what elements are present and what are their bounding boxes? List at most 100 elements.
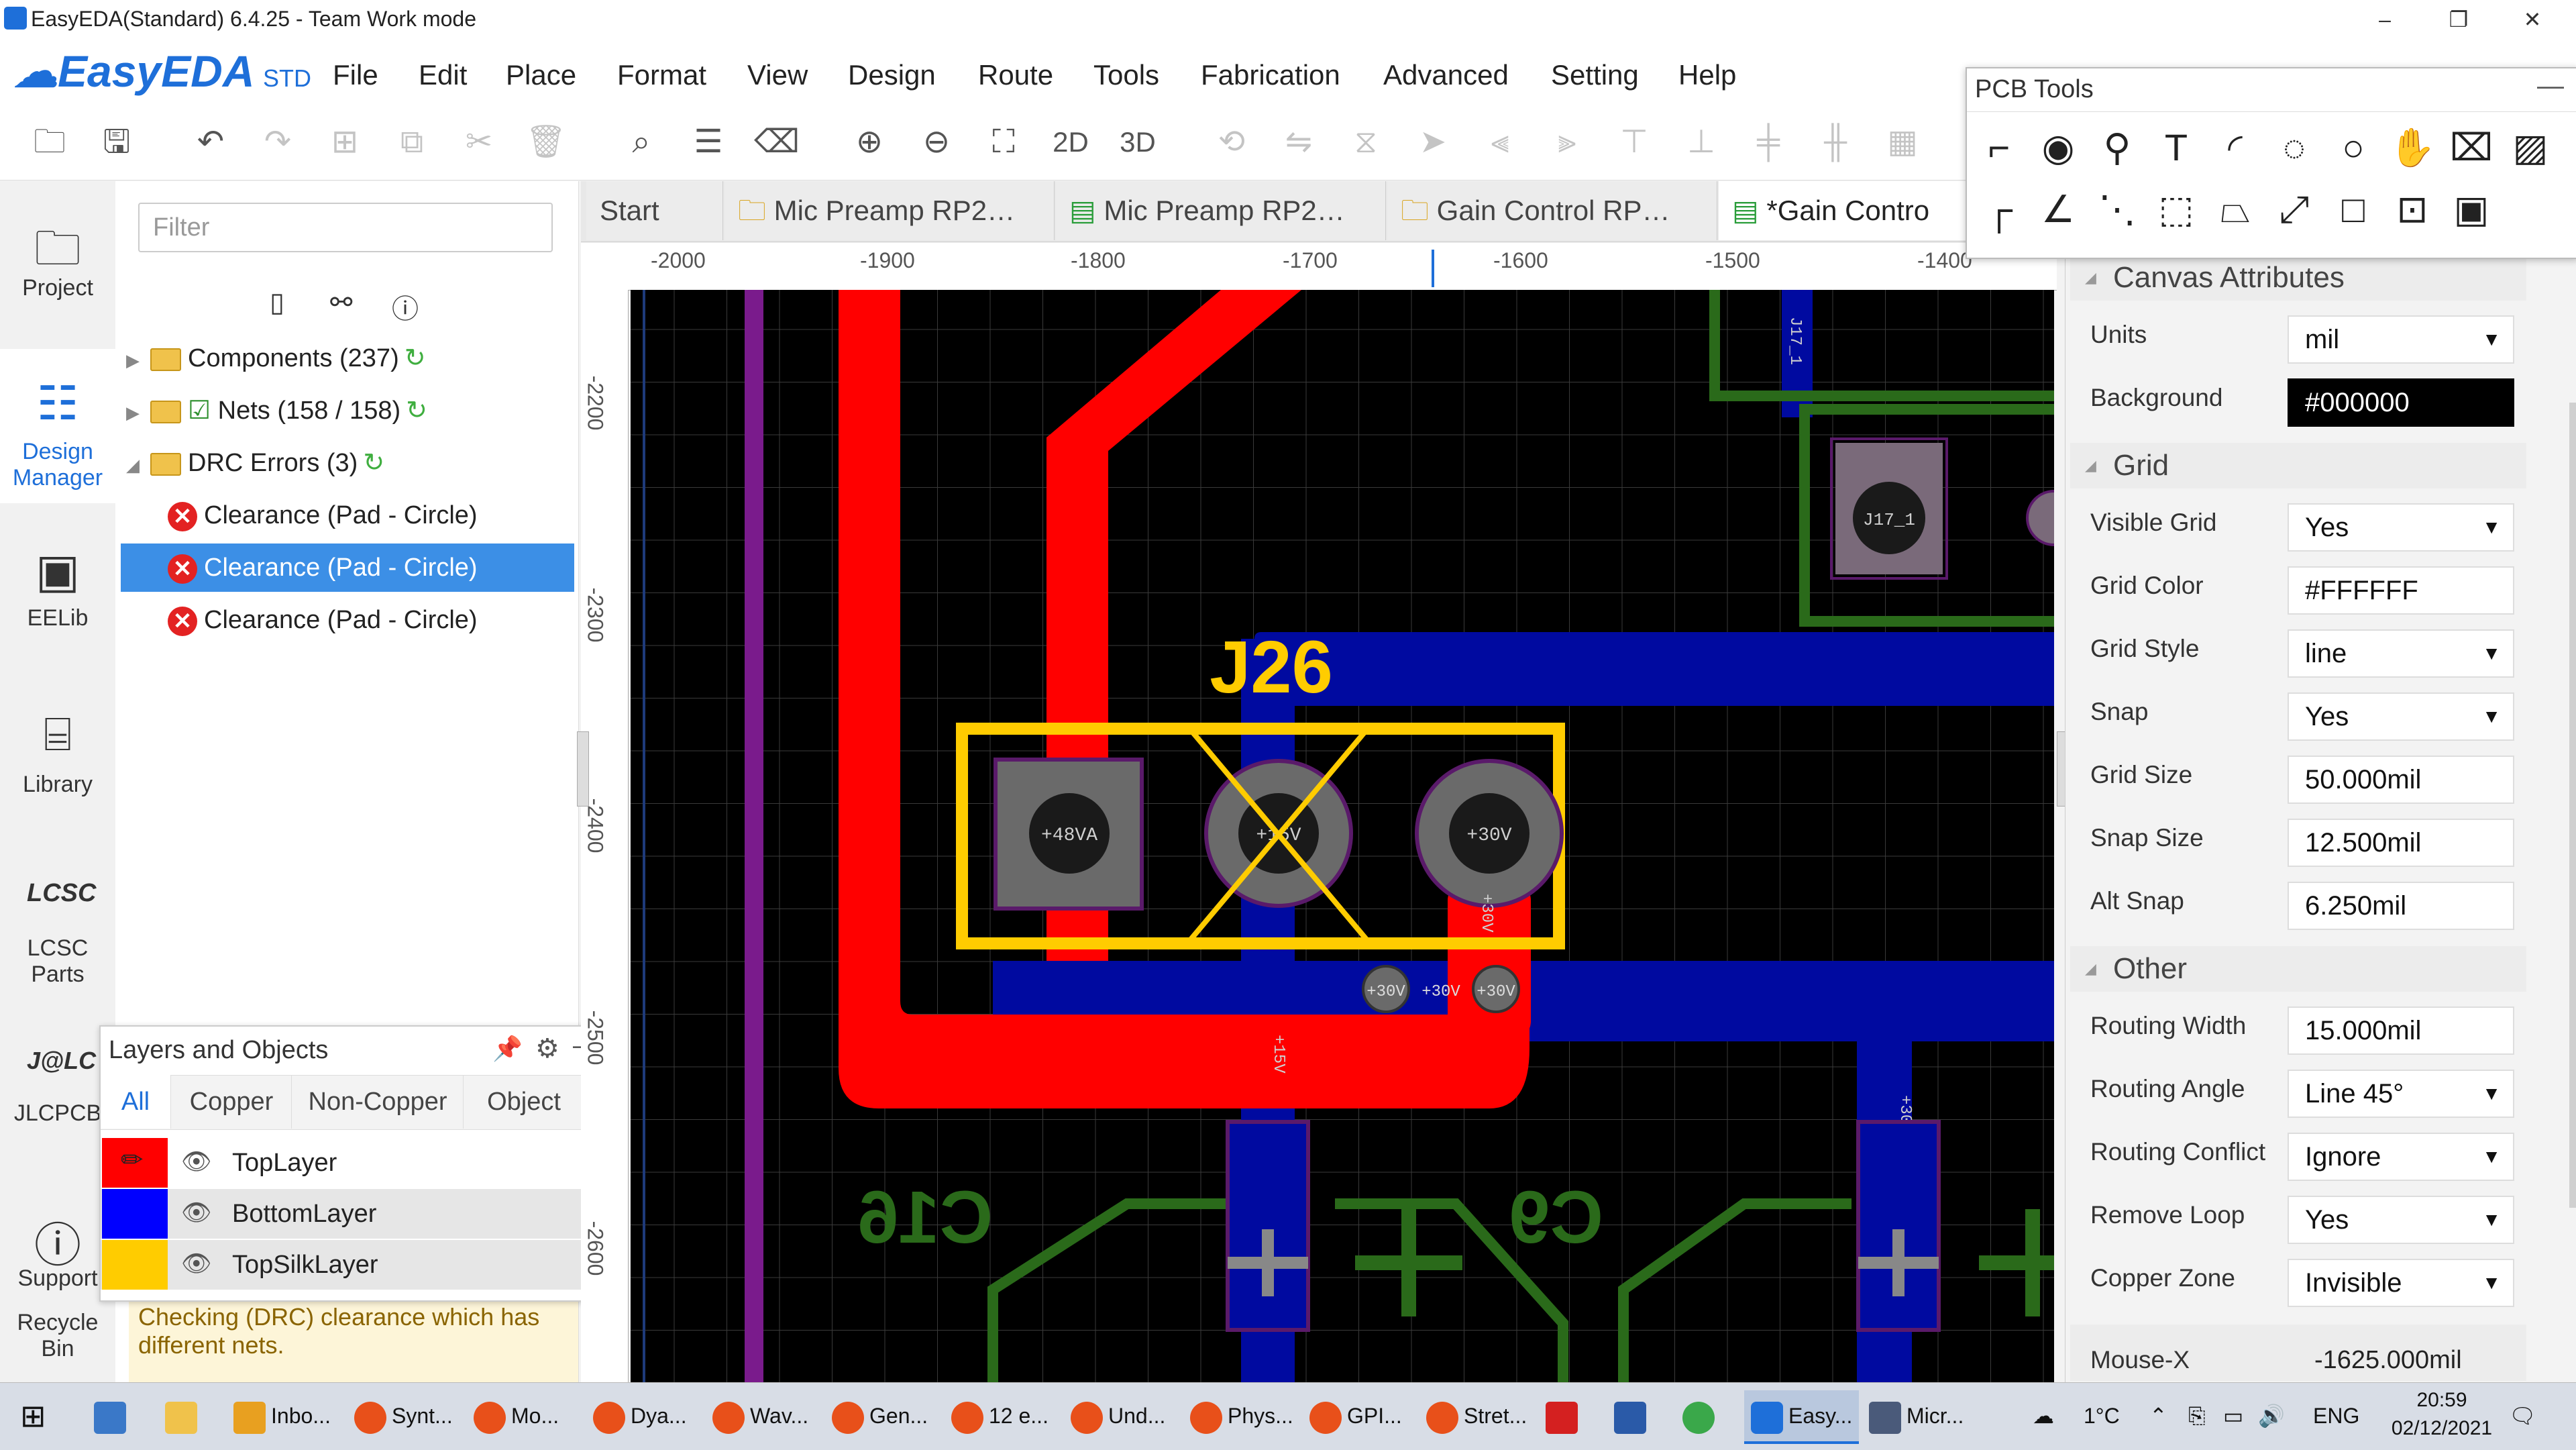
angle-icon[interactable]: ∠: [2031, 183, 2085, 236]
align-center-icon[interactable]: ╪: [1747, 121, 1790, 164]
menu-tools[interactable]: Tools: [1093, 59, 1159, 91]
eye-icon[interactable]: 👁: [181, 1198, 212, 1227]
align-left-icon[interactable]: ⫷: [1479, 121, 1521, 164]
align-middle-icon[interactable]: ╫: [1814, 121, 1857, 164]
remove-loop-select[interactable]: Yes: [2288, 1196, 2514, 1244]
fit-icon[interactable]: ⛶: [982, 121, 1025, 164]
network-icon[interactable]: ⎘: [2188, 1390, 2206, 1441]
via-icon[interactable]: ⚲: [2090, 121, 2144, 174]
collapse-icon[interactable]: ◢: [126, 455, 140, 475]
copper-zone-select[interactable]: Invisible: [2288, 1259, 2514, 1307]
routing-conflict-select[interactable]: Ignore: [2288, 1133, 2514, 1181]
layer-color-swatch[interactable]: [102, 1189, 168, 1239]
nav-design-manager[interactable]: Design Manager: [0, 439, 115, 491]
find-list-icon[interactable]: ☰: [687, 121, 730, 164]
taskbar-app[interactable]: Wav...: [712, 1390, 808, 1441]
layers-tab-object[interactable]: Object: [463, 1075, 584, 1129]
view-3d-button[interactable]: 3D: [1116, 121, 1159, 164]
taskbar-app[interactable]: Micr...: [1869, 1390, 1964, 1441]
menu-route[interactable]: Route: [978, 59, 1053, 91]
menu-advanced[interactable]: Advanced: [1383, 59, 1509, 91]
section-other[interactable]: Other: [2070, 946, 2526, 992]
tab-mic-preamp-2[interactable]: ▤ Mic Preamp RP2…: [1056, 181, 1386, 240]
smd-pad[interactable]: [1226, 1120, 1310, 1332]
undo-icon[interactable]: ↶: [189, 121, 232, 164]
tab-gain-control-active[interactable]: ▤ *Gain Contro: [1719, 181, 1967, 240]
crop-icon[interactable]: ⌧: [2445, 121, 2498, 174]
pad-icon[interactable]: ◉: [2031, 121, 2085, 174]
taskbar-app[interactable]: Dya...: [593, 1390, 687, 1441]
menu-view[interactable]: View: [747, 59, 808, 91]
arc-icon[interactable]: ◜: [2208, 121, 2262, 174]
alt-snap-input[interactable]: 6.250mil: [2288, 882, 2514, 930]
temperature[interactable]: 1°C: [2084, 1390, 2120, 1441]
hand-icon[interactable]: ✋: [2385, 121, 2439, 174]
save-icon[interactable]: 🖫: [95, 121, 138, 164]
refresh-icon[interactable]: ↻: [405, 344, 426, 372]
eye-icon[interactable]: 👁: [181, 1249, 212, 1278]
taskbar-word-icon[interactable]: [1614, 1390, 1652, 1441]
clock-date[interactable]: 02/12/2021: [2381, 1417, 2502, 1440]
grid-icon[interactable]: ▦: [1881, 121, 1924, 164]
maximize-button[interactable]: ❐: [2428, 3, 2489, 36]
circle-icon[interactable]: ○: [2326, 121, 2380, 174]
notification-icon[interactable]: 🗨: [2509, 1390, 2536, 1441]
nav-recycle-bin[interactable]: Recycle Bin: [0, 1310, 115, 1362]
layer-row-top[interactable]: ✏ 👁 TopLayer: [101, 1138, 597, 1188]
tree-drc-errors[interactable]: ◢ DRC Errors (3) ↻: [121, 439, 574, 487]
dimension-icon[interactable]: ⤢: [2267, 183, 2321, 236]
component-icon[interactable]: ▯: [270, 287, 284, 318]
eye-icon[interactable]: 👁: [181, 1147, 212, 1176]
zoom-in-icon[interactable]: ⊕: [848, 121, 891, 164]
taskbar-app[interactable]: GPI...: [1309, 1390, 1402, 1441]
background-input[interactable]: #000000: [2288, 378, 2514, 427]
alert-icon[interactable]: ⓘ: [392, 287, 419, 326]
text-icon[interactable]: T: [2149, 121, 2203, 174]
units-select[interactable]: mil: [2288, 315, 2514, 364]
nav-lcsc-parts[interactable]: LCSC Parts: [0, 935, 115, 988]
section-canvas-attributes[interactable]: Canvas Attributes: [2070, 255, 2526, 301]
volume-icon[interactable]: 🔊: [2258, 1390, 2285, 1441]
visible-grid-select[interactable]: Yes: [2288, 503, 2514, 552]
view-2d-button[interactable]: 2D: [1049, 121, 1092, 164]
drc-error-item[interactable]: ✕ Clearance (Pad - Circle): [121, 596, 574, 644]
minimize-tools-button[interactable]: —: [2537, 71, 2564, 101]
display-icon[interactable]: ▭: [2223, 1390, 2243, 1441]
pin-icon[interactable]: 📌: [492, 1035, 523, 1063]
center-arc-icon[interactable]: ◌: [2267, 121, 2321, 174]
image-icon[interactable]: ▨: [2504, 121, 2557, 174]
grid-style-select[interactable]: line: [2288, 629, 2514, 678]
start-icon[interactable]: ⊞: [20, 1390, 46, 1441]
connect-icon[interactable]: ⋱: [2090, 183, 2144, 236]
region-icon[interactable]: ▣: [2445, 183, 2498, 236]
open-icon[interactable]: 🗀: [28, 121, 71, 164]
menu-format[interactable]: Format: [617, 59, 706, 91]
expand-icon[interactable]: ▶: [126, 403, 140, 423]
expand-icon[interactable]: ▶: [126, 350, 140, 370]
drc-error-item-selected[interactable]: ✕ Clearance (Pad - Circle): [121, 543, 574, 592]
filter-input[interactable]: Filter: [138, 203, 553, 252]
layer-row-silk[interactable]: 👁 TopSilkLayer: [101, 1240, 597, 1290]
pcb-drawing[interactable]: J17_1 J17_1 +48VA +15V +30V +30V +30V +3…: [631, 290, 2054, 1382]
routing-angle-select[interactable]: Line 45°: [2288, 1070, 2514, 1118]
designator-j26[interactable]: J26: [1210, 626, 1333, 709]
measure-icon[interactable]: ⊡: [2385, 183, 2439, 236]
snap-select[interactable]: Yes: [2288, 692, 2514, 741]
net-icon[interactable]: ⚯: [330, 287, 353, 318]
taskbar-app[interactable]: Stret...: [1426, 1390, 1527, 1441]
align-top-icon[interactable]: ⊤: [1613, 121, 1656, 164]
add-icon[interactable]: ⊞: [323, 121, 366, 164]
menu-design[interactable]: Design: [848, 59, 936, 91]
erase-icon[interactable]: ⌫: [754, 121, 800, 164]
taskbar-pdf-icon[interactable]: [1546, 1390, 1583, 1441]
zoom-out-icon[interactable]: ⊖: [915, 121, 958, 164]
redo-icon[interactable]: ↷: [256, 121, 299, 164]
arrow-icon[interactable]: ➤: [1411, 121, 1454, 164]
minimize-button[interactable]: –: [2355, 3, 2415, 36]
refresh-icon[interactable]: ↻: [363, 449, 384, 477]
smd-pad[interactable]: [1856, 1120, 1941, 1332]
refresh-icon[interactable]: ↻: [406, 397, 427, 425]
drc-error-item[interactable]: ✕ Clearance (Pad - Circle): [121, 491, 574, 539]
menu-fabrication[interactable]: Fabrication: [1201, 59, 1340, 91]
cut-icon[interactable]: ✂: [458, 121, 500, 164]
